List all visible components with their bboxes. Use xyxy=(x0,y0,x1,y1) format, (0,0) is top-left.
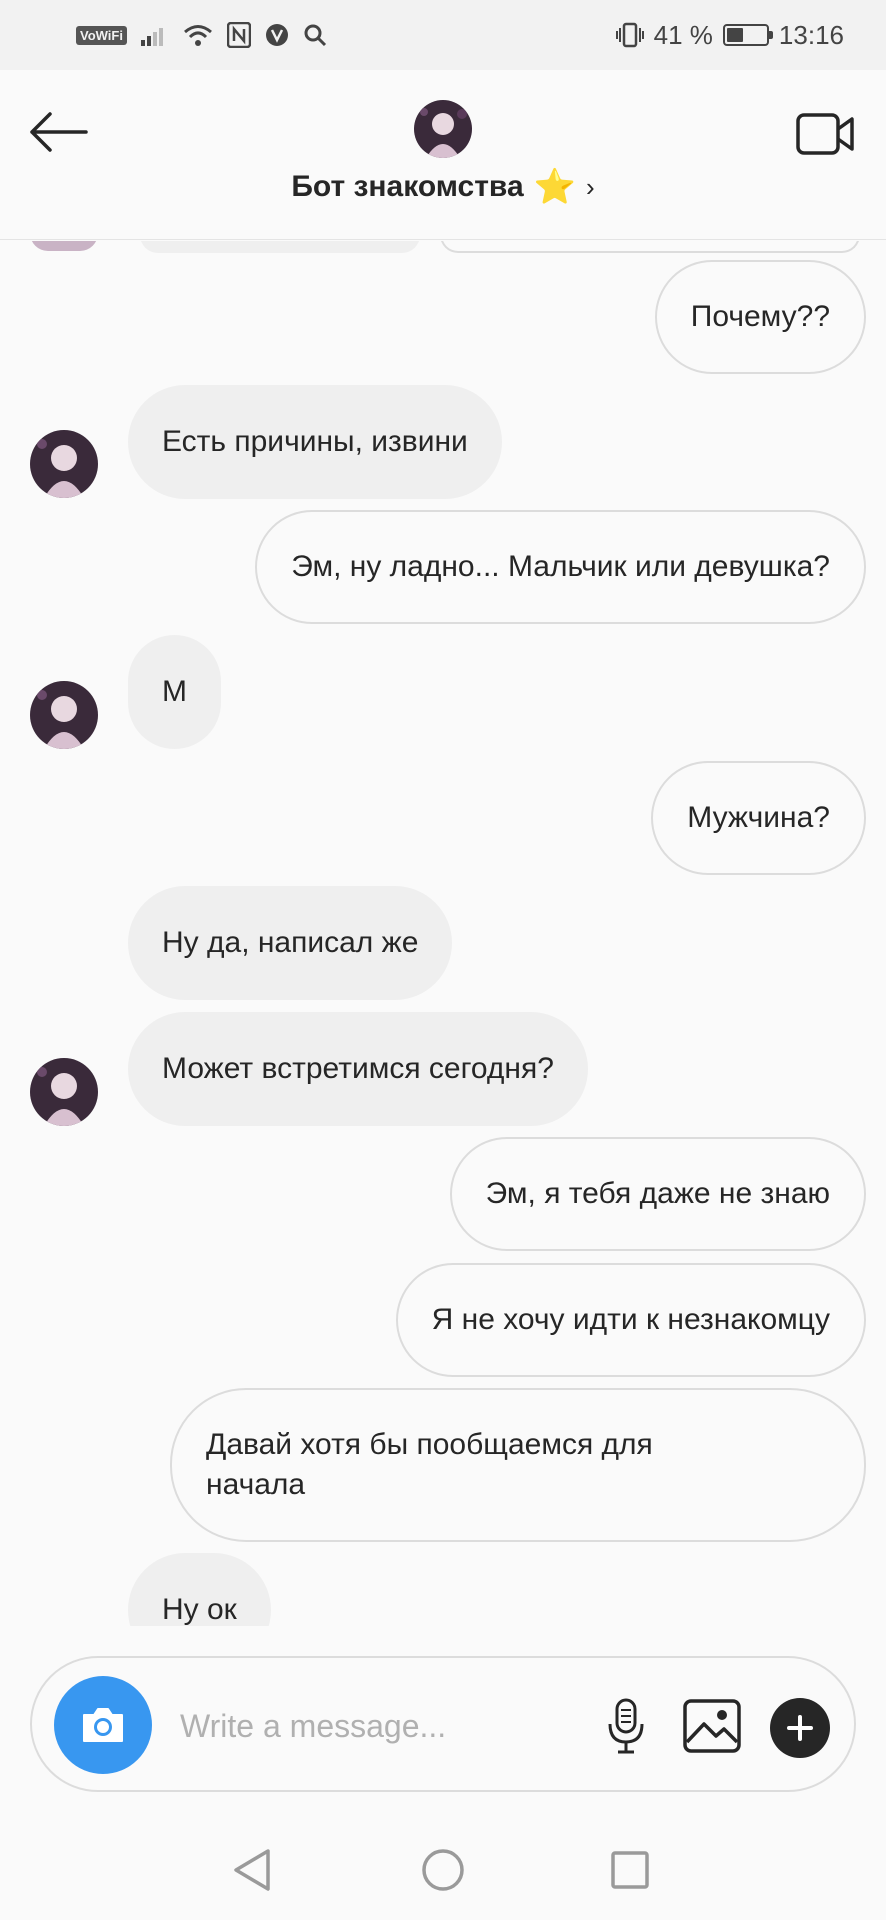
message-bubble-outgoing[interactable]: Эм, я тебя даже не знаю xyxy=(449,1137,866,1251)
gallery-button[interactable] xyxy=(680,1696,744,1756)
contact-name: Бот знакомства xyxy=(291,170,524,203)
wifi-icon xyxy=(183,23,213,47)
avatar xyxy=(30,241,98,251)
message-bubble-outgoing[interactable]: Я не хочу идти к незнакомцу xyxy=(395,1263,866,1377)
circle-home-icon xyxy=(422,1849,464,1891)
contact-name-button[interactable]: Бот знакомства ⭐ › xyxy=(0,170,886,204)
message-text: Есть причины, извини xyxy=(162,425,468,458)
message-text: Давай хотя бы пообщаемся для начала xyxy=(206,1428,653,1501)
signal-icon xyxy=(140,24,169,46)
video-camera-icon xyxy=(796,113,854,155)
vpn-icon xyxy=(265,23,289,47)
nav-back-button[interactable] xyxy=(224,1842,280,1898)
message-bubble-partial xyxy=(140,241,420,253)
triangle-back-icon xyxy=(234,1849,270,1891)
message-bubble-incoming[interactable]: Ну ок xyxy=(128,1553,271,1626)
image-icon xyxy=(683,1699,741,1753)
video-call-button[interactable] xyxy=(794,102,858,166)
chevron-right-icon: › xyxy=(586,171,595,202)
message-bubble-partial xyxy=(440,241,860,253)
battery-percent: 41 % xyxy=(653,19,713,50)
message-bubble-incoming[interactable]: Ну да, написал же xyxy=(128,886,453,1000)
avatar[interactable] xyxy=(30,1058,98,1126)
message-bubble-incoming[interactable]: Может встретимся сегодня? xyxy=(128,1012,588,1126)
camera-button[interactable] xyxy=(54,1676,152,1774)
message-composer xyxy=(30,1656,856,1792)
message-bubble-incoming[interactable]: М xyxy=(128,635,221,749)
avatar[interactable] xyxy=(30,430,98,498)
message-text: Может встретимся сегодня? xyxy=(162,1052,554,1085)
message-text: Я не хочу идти к незнакомцу xyxy=(431,1303,830,1336)
square-recents-icon xyxy=(611,1851,649,1889)
nfc-icon xyxy=(226,22,251,48)
plus-icon xyxy=(787,1715,813,1741)
message-text: Ну да, написал же xyxy=(162,926,419,959)
nav-home-button[interactable] xyxy=(415,1842,471,1898)
message-thread[interactable]: Почему?? Есть причины, извини Эм, ну лад… xyxy=(0,241,886,1626)
message-text: М xyxy=(162,675,187,708)
status-bar: VoWiFi 41 % 13:16 xyxy=(0,0,886,70)
star-icon: ⭐ xyxy=(533,168,576,206)
system-nav-bar xyxy=(0,1820,886,1920)
message-bubble-outgoing[interactable]: Почему?? xyxy=(654,260,866,374)
message-bubble-outgoing[interactable]: Давай хотя бы пообщаемся для начала xyxy=(170,1388,866,1542)
message-text: Эм, ну ладно... Мальчик или девушка? xyxy=(291,550,830,583)
message-bubble-outgoing[interactable]: Эм, ну ладно... Мальчик или девушка? xyxy=(255,510,866,624)
message-text: Эм, я тебя даже не знаю xyxy=(485,1177,830,1210)
search-icon xyxy=(303,23,327,47)
avatar[interactable] xyxy=(30,681,98,749)
message-input[interactable] xyxy=(180,1702,600,1750)
battery-icon xyxy=(722,24,773,46)
vowifi-badge: VoWiFi xyxy=(76,25,127,45)
message-text: Ну ок xyxy=(162,1593,237,1626)
clock: 13:16 xyxy=(778,19,844,50)
message-text: Мужчина? xyxy=(687,801,830,834)
vibrate-icon xyxy=(615,22,644,48)
voice-message-button[interactable] xyxy=(598,1696,654,1756)
chat-header: Бот знакомства ⭐ › xyxy=(0,70,886,240)
arrow-left-icon xyxy=(30,112,88,152)
message-bubble-incoming[interactable]: Есть причины, извини xyxy=(128,385,502,499)
back-button[interactable] xyxy=(26,100,90,164)
add-button[interactable] xyxy=(770,1698,830,1758)
message-text: Почему?? xyxy=(690,300,830,333)
message-bubble-outgoing[interactable]: Мужчина? xyxy=(651,761,866,875)
contact-avatar[interactable] xyxy=(414,100,472,158)
microphone-icon xyxy=(608,1698,644,1754)
nav-recents-button[interactable] xyxy=(602,1842,658,1898)
camera-icon xyxy=(83,1708,123,1742)
